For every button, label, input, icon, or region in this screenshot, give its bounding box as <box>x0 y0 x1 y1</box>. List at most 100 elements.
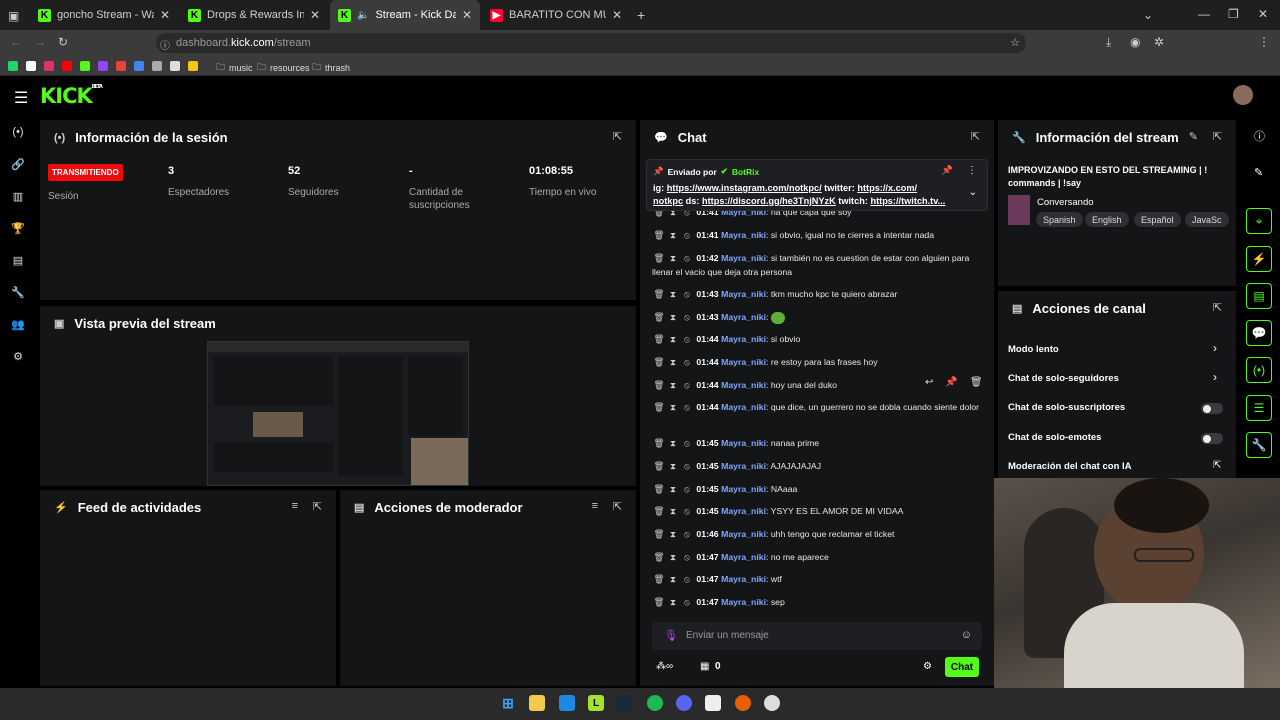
ban-icon[interactable]: ⦸ <box>680 355 694 369</box>
hamburger-menu-icon[interactable]: ☰ <box>14 88 28 108</box>
steam-icon[interactable] <box>617 695 633 711</box>
delete-icon[interactable]: 🗑 <box>652 378 666 392</box>
pinned-link[interactable]: https://discord.gg/he3TnjNYzK <box>702 196 836 206</box>
new-tab-icon[interactable]: + <box>637 7 645 23</box>
message-user[interactable]: Mayra_niki <box>721 289 766 299</box>
video-icon[interactable]: ▤ <box>10 252 26 268</box>
followers-only-option[interactable]: Chat de solo-seguidores <box>1008 373 1119 384</box>
store-icon[interactable]: ▦ <box>700 661 709 672</box>
timeout-icon[interactable]: ⧗ <box>666 287 680 301</box>
ai-moderation-option[interactable]: Moderación del chat con IA <box>1008 461 1132 472</box>
tag[interactable]: JavaSc <box>1185 212 1229 227</box>
message-user[interactable]: Mayra_niki <box>721 529 766 539</box>
maximize-icon[interactable]: ❐ <box>1228 7 1239 21</box>
pinned-link[interactable]: https://www.instagram.com/notkpc/ <box>667 183 822 193</box>
category-thumbnail[interactable] <box>1008 195 1030 225</box>
delete-icon[interactable]: 🗑 <box>652 436 666 450</box>
ban-icon[interactable]: ⦸ <box>680 482 694 496</box>
analytics-icon[interactable]: ▥ <box>10 188 26 204</box>
instagram-icon[interactable] <box>44 61 54 71</box>
firefox-icon[interactable] <box>735 695 751 711</box>
spotify-icon[interactable] <box>647 695 663 711</box>
reply-icon[interactable]: ↩ <box>925 377 933 388</box>
info-icon[interactable]: ⓘ <box>1254 128 1265 144</box>
bookmark-icon[interactable] <box>152 61 162 71</box>
slow-mode-option[interactable]: Modo lento <box>1008 344 1059 355</box>
category-name[interactable]: Conversando <box>1037 197 1094 208</box>
live-app-icon[interactable]: L <box>588 695 604 711</box>
timeout-icon[interactable]: ⧗ <box>666 595 680 609</box>
delete-icon[interactable]: 🗑 <box>652 527 666 541</box>
message-user[interactable]: Mayra_niki <box>721 506 766 516</box>
popout-icon[interactable]: ⇱ <box>613 500 622 513</box>
ban-icon[interactable]: ⦸ <box>680 595 694 609</box>
lightning-icon[interactable]: ⚡ <box>1246 246 1272 272</box>
external-link-icon[interactable]: ⇱ <box>1213 460 1221 471</box>
reload-icon[interactable]: ↻ <box>58 35 68 49</box>
more-options-icon[interactable]: ⋮ <box>967 165 977 176</box>
delete-icon[interactable]: 🗑 <box>652 400 666 414</box>
timeout-icon[interactable]: ⧗ <box>666 527 680 541</box>
bookmark-icon[interactable] <box>188 61 198 71</box>
chevron-right-icon[interactable]: › <box>1213 341 1217 355</box>
ban-icon[interactable]: ⦸ <box>680 251 694 265</box>
message-user[interactable]: Mayra_niki <box>721 357 766 367</box>
timeout-icon[interactable]: ⧗ <box>666 332 680 346</box>
trophy-icon[interactable]: 🏆 <box>10 220 26 236</box>
gmail-icon[interactable] <box>116 61 126 71</box>
delete-icon[interactable]: 🗑 <box>652 459 666 473</box>
timeout-icon[interactable]: ⧗ <box>666 504 680 518</box>
timeout-icon[interactable]: ⧗ <box>666 459 680 473</box>
youtube-icon[interactable] <box>62 61 72 71</box>
message-user[interactable]: Mayra_niki <box>721 402 766 412</box>
delete-icon[interactable]: 🗑 <box>970 377 983 388</box>
drive-icon[interactable] <box>134 61 144 71</box>
tab-overview-icon[interactable]: ▣ <box>8 9 19 23</box>
stream-preview-video[interactable] <box>207 341 469 486</box>
message-user[interactable]: Mayra_niki <box>721 552 766 562</box>
stream-icon[interactable]: (•) <box>1246 357 1272 383</box>
ban-icon[interactable]: ⦸ <box>680 378 694 392</box>
kick-logo[interactable]: KICKBETA <box>40 84 103 108</box>
message-user[interactable]: Mayra_niki <box>721 230 766 240</box>
epic-games-icon[interactable] <box>705 695 721 711</box>
timeout-icon[interactable]: ⧗ <box>666 228 680 242</box>
chat-icon[interactable]: 💬 <box>1246 320 1272 346</box>
filter-icon[interactable]: ≡ <box>292 500 298 512</box>
message-user[interactable]: Mayra_niki <box>721 597 766 607</box>
twitch-icon[interactable] <box>98 61 108 71</box>
chat-input[interactable]: 🎙 Enviar un mensaje ☺ <box>652 622 982 650</box>
close-icon[interactable]: ✕ <box>160 8 170 22</box>
ban-icon[interactable]: ⦸ <box>680 287 694 301</box>
url-field[interactable]: ⓘ dashboard. kick.com/stream ☆ <box>156 33 1026 53</box>
obs-icon[interactable] <box>764 695 780 711</box>
delete-icon[interactable]: 🗑 <box>652 228 666 242</box>
vscode-icon[interactable] <box>559 695 575 711</box>
close-window-icon[interactable]: ✕ <box>1258 7 1268 21</box>
tag[interactable]: Spanish <box>1036 212 1083 227</box>
pinned-link[interactable]: https://x.com/ <box>857 183 917 193</box>
timeout-icon[interactable]: ⧗ <box>666 251 680 265</box>
ban-icon[interactable]: ⦸ <box>680 400 694 414</box>
timeout-icon[interactable]: ⧗ <box>666 400 680 414</box>
minimize-icon[interactable]: — <box>1198 7 1210 21</box>
tag[interactable]: Español <box>1134 212 1181 227</box>
link-icon[interactable]: 🔗 <box>10 156 26 172</box>
whatsapp-icon[interactable] <box>8 61 18 71</box>
windows-start-icon[interactable]: ⊞ <box>500 695 516 711</box>
popout-icon[interactable]: ⇱ <box>1213 301 1222 314</box>
target-icon[interactable]: ⌖ <box>1246 208 1272 234</box>
ban-icon[interactable]: ⦸ <box>680 228 694 242</box>
message-user[interactable]: Mayra_niki <box>721 312 766 322</box>
delete-icon[interactable]: 🗑 <box>652 595 666 609</box>
popout-icon[interactable]: ⇱ <box>313 500 322 513</box>
message-user[interactable]: Mayra_niki <box>721 334 766 344</box>
delete-icon[interactable]: 🗑 <box>652 355 666 369</box>
kick-icon[interactable] <box>80 61 90 71</box>
message-user[interactable]: Mayra_niki <box>721 253 766 263</box>
settings-icon[interactable]: ⚙ <box>923 661 932 672</box>
menu-icon[interactable]: ⋮ <box>1258 35 1270 49</box>
microphone-icon[interactable]: 🎙 <box>664 629 678 642</box>
close-icon[interactable]: ✕ <box>310 8 320 22</box>
timeout-icon[interactable]: ⧗ <box>666 482 680 496</box>
